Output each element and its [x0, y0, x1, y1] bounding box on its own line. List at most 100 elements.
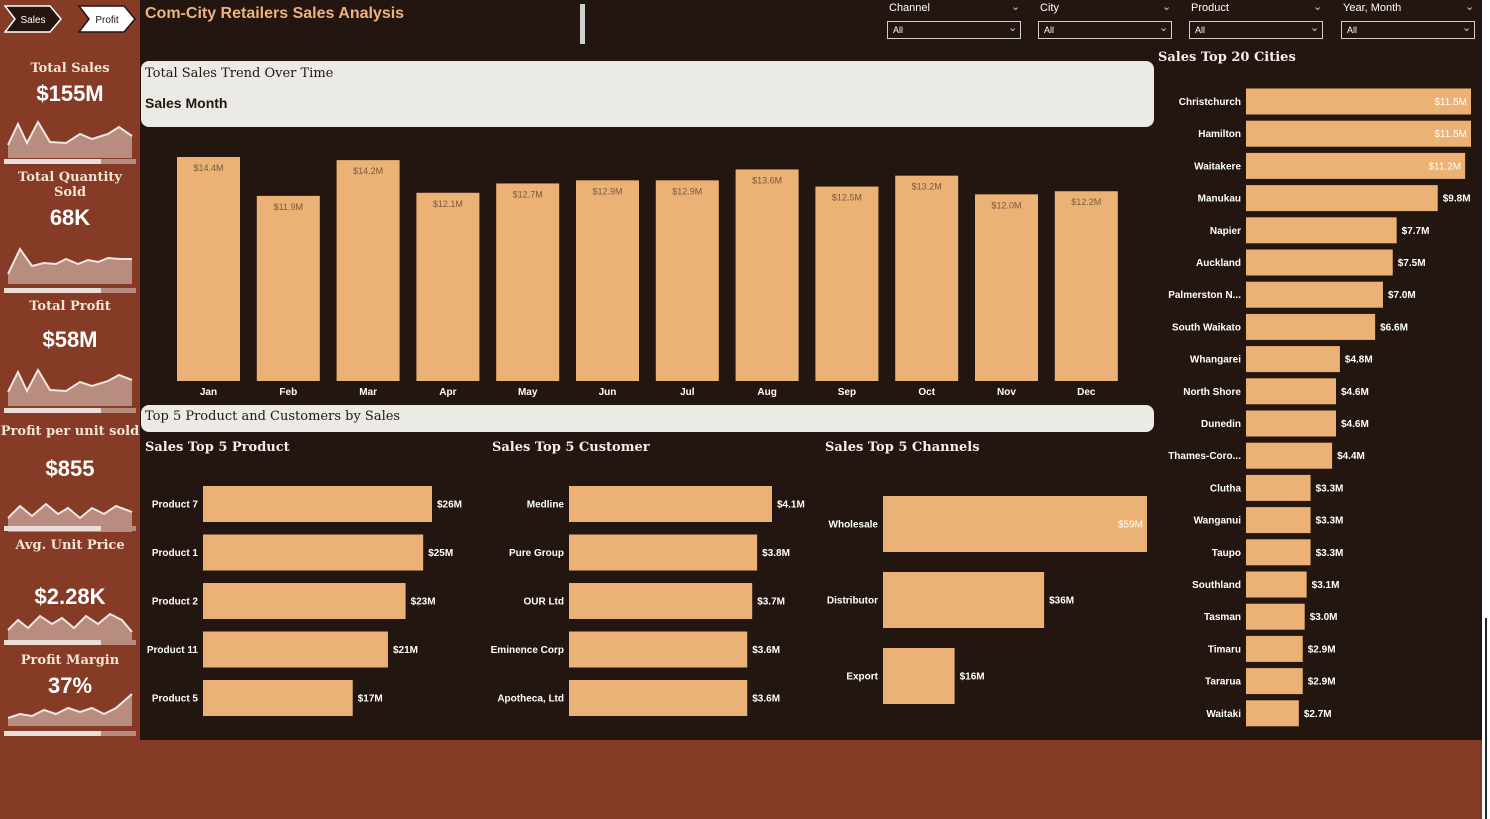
product-value-label: $23M [411, 597, 436, 608]
customer-bar[interactable] [569, 680, 748, 716]
month-bar[interactable] [416, 192, 480, 381]
month-axis-label: Nov [997, 387, 1016, 398]
top-products-chart: Product 7 $26M Product 1 $25M Product 2 $23M P… [147, 486, 462, 716]
product-bar[interactable] [203, 486, 432, 522]
city-bar[interactable] [1246, 313, 1376, 340]
city-bar[interactable] [1246, 507, 1311, 534]
customer-bar[interactable] [569, 486, 772, 522]
kpi-title: Avg. Unit Price [15, 538, 125, 553]
kpi-sparkline [7, 502, 133, 532]
month-axis-label: Jan [200, 387, 217, 398]
product-category-label: Product 5 [152, 694, 199, 705]
filter-label: City [1040, 2, 1059, 14]
chevron-down-icon[interactable]: ⌄ [1310, 23, 1319, 34]
nav-sales-button[interactable]: Sales [4, 5, 62, 33]
chevron-down-icon[interactable]: ⌄ [1462, 23, 1471, 34]
product-bar[interactable] [203, 680, 353, 716]
city-bar[interactable] [1246, 635, 1303, 662]
chevron-down-icon[interactable]: ⌄ [1465, 2, 1474, 13]
city-category-label: Southland [1192, 580, 1241, 591]
city-category-label: Manukau [1198, 194, 1241, 205]
city-category-label: South Waikato [1172, 322, 1241, 333]
customer-value-label: $3.6M [752, 694, 780, 705]
chevron-down-icon[interactable]: ⌄ [1159, 23, 1168, 34]
filter-product[interactable]: Product ⌄ All ⌄ [1189, 0, 1325, 42]
filter-value: All [1347, 25, 1358, 35]
month-bar[interactable] [496, 183, 560, 381]
chevron-down-icon[interactable]: ⌄ [1162, 2, 1171, 13]
month-axis-label: Sep [838, 387, 856, 398]
kpi-title: Profit Margin [20, 653, 120, 668]
city-bar[interactable] [1246, 217, 1397, 244]
channel-bar[interactable] [883, 496, 1147, 552]
month-bar-label: $14.2M [353, 166, 383, 176]
month-bar[interactable] [655, 180, 719, 381]
month-bar-label: $12.0M [991, 200, 1021, 210]
filter-label: Year, Month [1343, 2, 1402, 14]
city-category-label: Wanganui [1194, 516, 1242, 527]
month-bar[interactable] [177, 157, 240, 381]
city-bar[interactable] [1246, 378, 1336, 405]
city-category-label: North Shore [1183, 387, 1241, 398]
city-bar[interactable] [1246, 185, 1438, 212]
city-bar[interactable] [1246, 539, 1311, 566]
chevron-down-icon[interactable]: ⌄ [1011, 2, 1020, 13]
city-bar[interactable] [1246, 474, 1311, 501]
month-bar[interactable] [1054, 191, 1118, 381]
filter-city[interactable]: City ⌄ All ⌄ [1038, 0, 1174, 42]
chevron-down-icon[interactable]: ⌄ [1313, 2, 1322, 13]
city-bar[interactable] [1246, 442, 1333, 469]
month-axis-label: Oct [918, 387, 935, 398]
city-bar[interactable] [1246, 249, 1393, 276]
city-category-label: Auckland [1196, 258, 1241, 269]
product-category-label: Product 2 [152, 597, 199, 608]
customer-bar[interactable] [569, 631, 748, 668]
top-customers-chart: Medline $4.1M Pure Group $3.8M OUR Ltd $3.7M E… [491, 486, 805, 716]
city-bar[interactable] [1246, 346, 1340, 373]
month-bar[interactable] [895, 175, 959, 381]
city-bar[interactable] [1246, 668, 1303, 695]
month-bar-label: $12.2M [1071, 197, 1101, 207]
city-value-label: $3.0M [1310, 612, 1338, 623]
city-bar[interactable] [1246, 281, 1383, 308]
city-bar[interactable] [1246, 700, 1299, 727]
month-bar-label: $12.9M [592, 186, 622, 196]
filter-channel[interactable]: Channel ⌄ All ⌄ [887, 0, 1023, 42]
city-bar[interactable] [1246, 603, 1305, 630]
product-bar[interactable] [203, 534, 424, 571]
window-edge-line [1485, 618, 1487, 819]
customer-bar[interactable] [569, 583, 753, 619]
filter-dropdown[interactable]: All [1189, 21, 1323, 39]
month-bar[interactable] [576, 180, 639, 381]
customer-category-label: Pure Group [509, 548, 564, 559]
customer-category-label: Medline [527, 500, 565, 511]
filter-year-month[interactable]: Year, Month ⌄ All ⌄ [1341, 0, 1477, 42]
product-value-label: $25M [428, 548, 453, 559]
month-bar-label: $12.7M [513, 189, 543, 199]
filter-dropdown[interactable]: All [887, 21, 1021, 39]
month-bar[interactable] [735, 169, 799, 381]
nav-profit-button[interactable]: Profit [78, 5, 136, 33]
customer-bar[interactable] [569, 534, 758, 571]
product-bar[interactable] [203, 583, 406, 619]
chevron-down-icon[interactable]: ⌄ [1008, 23, 1017, 34]
header-divider [580, 4, 585, 44]
city-bar[interactable] [1246, 410, 1336, 437]
product-bar[interactable] [203, 631, 388, 668]
filter-dropdown[interactable]: All [1341, 21, 1475, 39]
month-axis-label: Apr [439, 387, 456, 398]
channel-bar[interactable] [883, 648, 955, 704]
channel-value-label: $16M [960, 672, 985, 683]
month-bar[interactable] [815, 186, 879, 381]
month-bar[interactable] [256, 195, 320, 381]
city-bar[interactable] [1246, 571, 1307, 598]
customer-value-label: $4.1M [777, 500, 805, 511]
filter-value: All [893, 25, 904, 35]
channel-value-label: $36M [1049, 596, 1074, 607]
filter-dropdown[interactable]: All [1038, 21, 1172, 39]
city-value-label: $4.6M [1341, 419, 1369, 430]
top-channels-title: Sales Top 5 Channels [825, 440, 980, 455]
month-bar[interactable] [975, 194, 1038, 381]
month-bar[interactable] [336, 160, 400, 381]
channel-bar[interactable] [883, 572, 1045, 628]
